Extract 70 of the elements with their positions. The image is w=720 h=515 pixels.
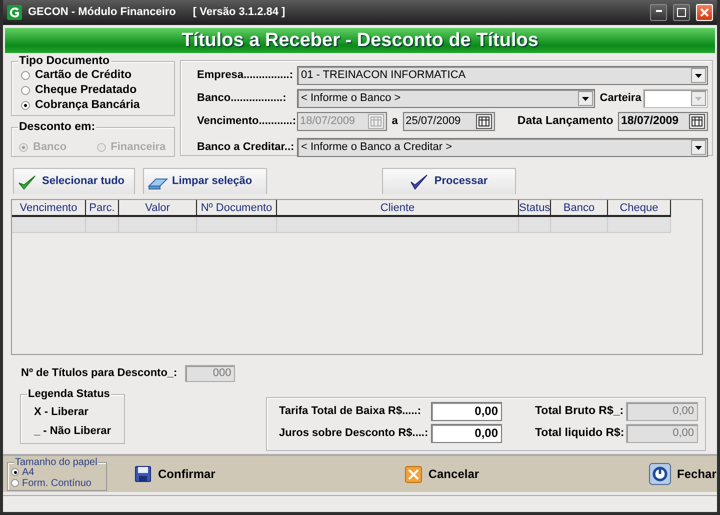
dropdown-arrow-icon (695, 96, 702, 100)
minimize-icon (656, 10, 662, 12)
legend-item: _ - Não Liberar (34, 424, 112, 439)
calendar-icon (476, 114, 492, 129)
radio-label: Financeira (110, 140, 166, 155)
banco-dropdown[interactable]: < Informe o Banco > (297, 89, 595, 108)
dropdown-arrow-icon (695, 146, 702, 150)
field-label: Vencimento...........: (197, 114, 295, 130)
check-icon (18, 174, 38, 190)
grid-cell (608, 217, 671, 233)
dropdown-arrow-icon (582, 96, 589, 100)
amount-field[interactable]: 0,00 (431, 402, 502, 421)
date-field[interactable]: 25/07/2009 (402, 112, 495, 131)
maximize-icon (677, 8, 686, 17)
group-title: Legenda Status (27, 388, 111, 401)
total-label: Total Bruto R$_: (535, 404, 624, 419)
amount-field: 0,00 (626, 424, 698, 443)
group-title: Tipo Documento (18, 55, 111, 68)
footer-button[interactable]: Cancelar (405, 465, 480, 483)
group-title: Tamanho do papel (14, 456, 98, 468)
footer-button[interactable]: Fechar (649, 463, 716, 485)
banner-title: Títulos a Receber - Desconto de Títulos (5, 28, 715, 53)
radio-label: Cheque Predatado (35, 82, 137, 98)
count-label: Nº de Títulos para Desconto_: (21, 366, 178, 382)
radio-button[interactable] (21, 101, 30, 110)
footer-button[interactable]: Confirmar (135, 465, 216, 483)
grid-cell (519, 217, 551, 233)
radio-button[interactable] (11, 479, 19, 487)
calendar-icon (368, 114, 384, 129)
amount-field: 0,00 (626, 402, 698, 421)
empresa-dropdown[interactable]: 01 - TREINACON INFORMATICA (297, 66, 708, 85)
version-label: [ Versão 3.1.2.84 ] (192, 5, 286, 20)
separator-label: a (392, 114, 398, 130)
radio-button[interactable] (11, 468, 19, 476)
radio-label: Banco (33, 140, 67, 155)
total-label: Juros sobre Desconto R$....: (279, 426, 429, 442)
radio-button[interactable] (21, 86, 30, 95)
date-field[interactable]: 18/07/2009 (618, 112, 708, 131)
close-button[interactable] (696, 4, 713, 21)
total-label: Tarifa Total de Baixa R$.....: (279, 404, 422, 420)
grid-cell (86, 217, 119, 233)
field-label: Banco.................: (197, 91, 288, 106)
radio-label: Form. Contínuo (22, 478, 92, 488)
window-title: GECON - Módulo Financeiro (28, 5, 176, 20)
legend-item: X - Liberar (34, 405, 90, 420)
grid-cell (551, 217, 608, 233)
action-button[interactable]: Processar (382, 168, 516, 194)
action-button[interactable]: Selecionar tudo (13, 168, 135, 194)
cancel-icon (405, 466, 422, 482)
app-icon (7, 5, 22, 20)
calendar-icon (689, 114, 705, 129)
field-label: Data Lançamento (517, 114, 614, 129)
banco-creditar-dropdown[interactable]: < Informe o Banco a Creditar > (297, 138, 708, 157)
maximize-button[interactable] (673, 4, 690, 21)
close-icon (700, 8, 709, 17)
field-label: Empresa...............: (197, 68, 294, 84)
minimize-button[interactable] (650, 4, 667, 21)
total-label: Total liquido R$: (535, 426, 624, 441)
radio-label: Cobrança Bancária (35, 98, 140, 113)
action-button[interactable]: Limpar seleção (143, 168, 267, 194)
check-icon (410, 174, 430, 190)
field-label: Carteira (600, 91, 642, 106)
radio-button[interactable] (21, 71, 30, 80)
power-icon (649, 463, 672, 485)
radio-label: Cartão de Crédito (35, 68, 132, 83)
radio-label: A4 (22, 466, 34, 478)
field-label: Banco a Creditar..: (197, 140, 295, 156)
dropdown-arrow-icon (695, 74, 702, 78)
count-field: 000 (185, 365, 236, 382)
amount-field[interactable]: 0,00 (431, 424, 502, 443)
